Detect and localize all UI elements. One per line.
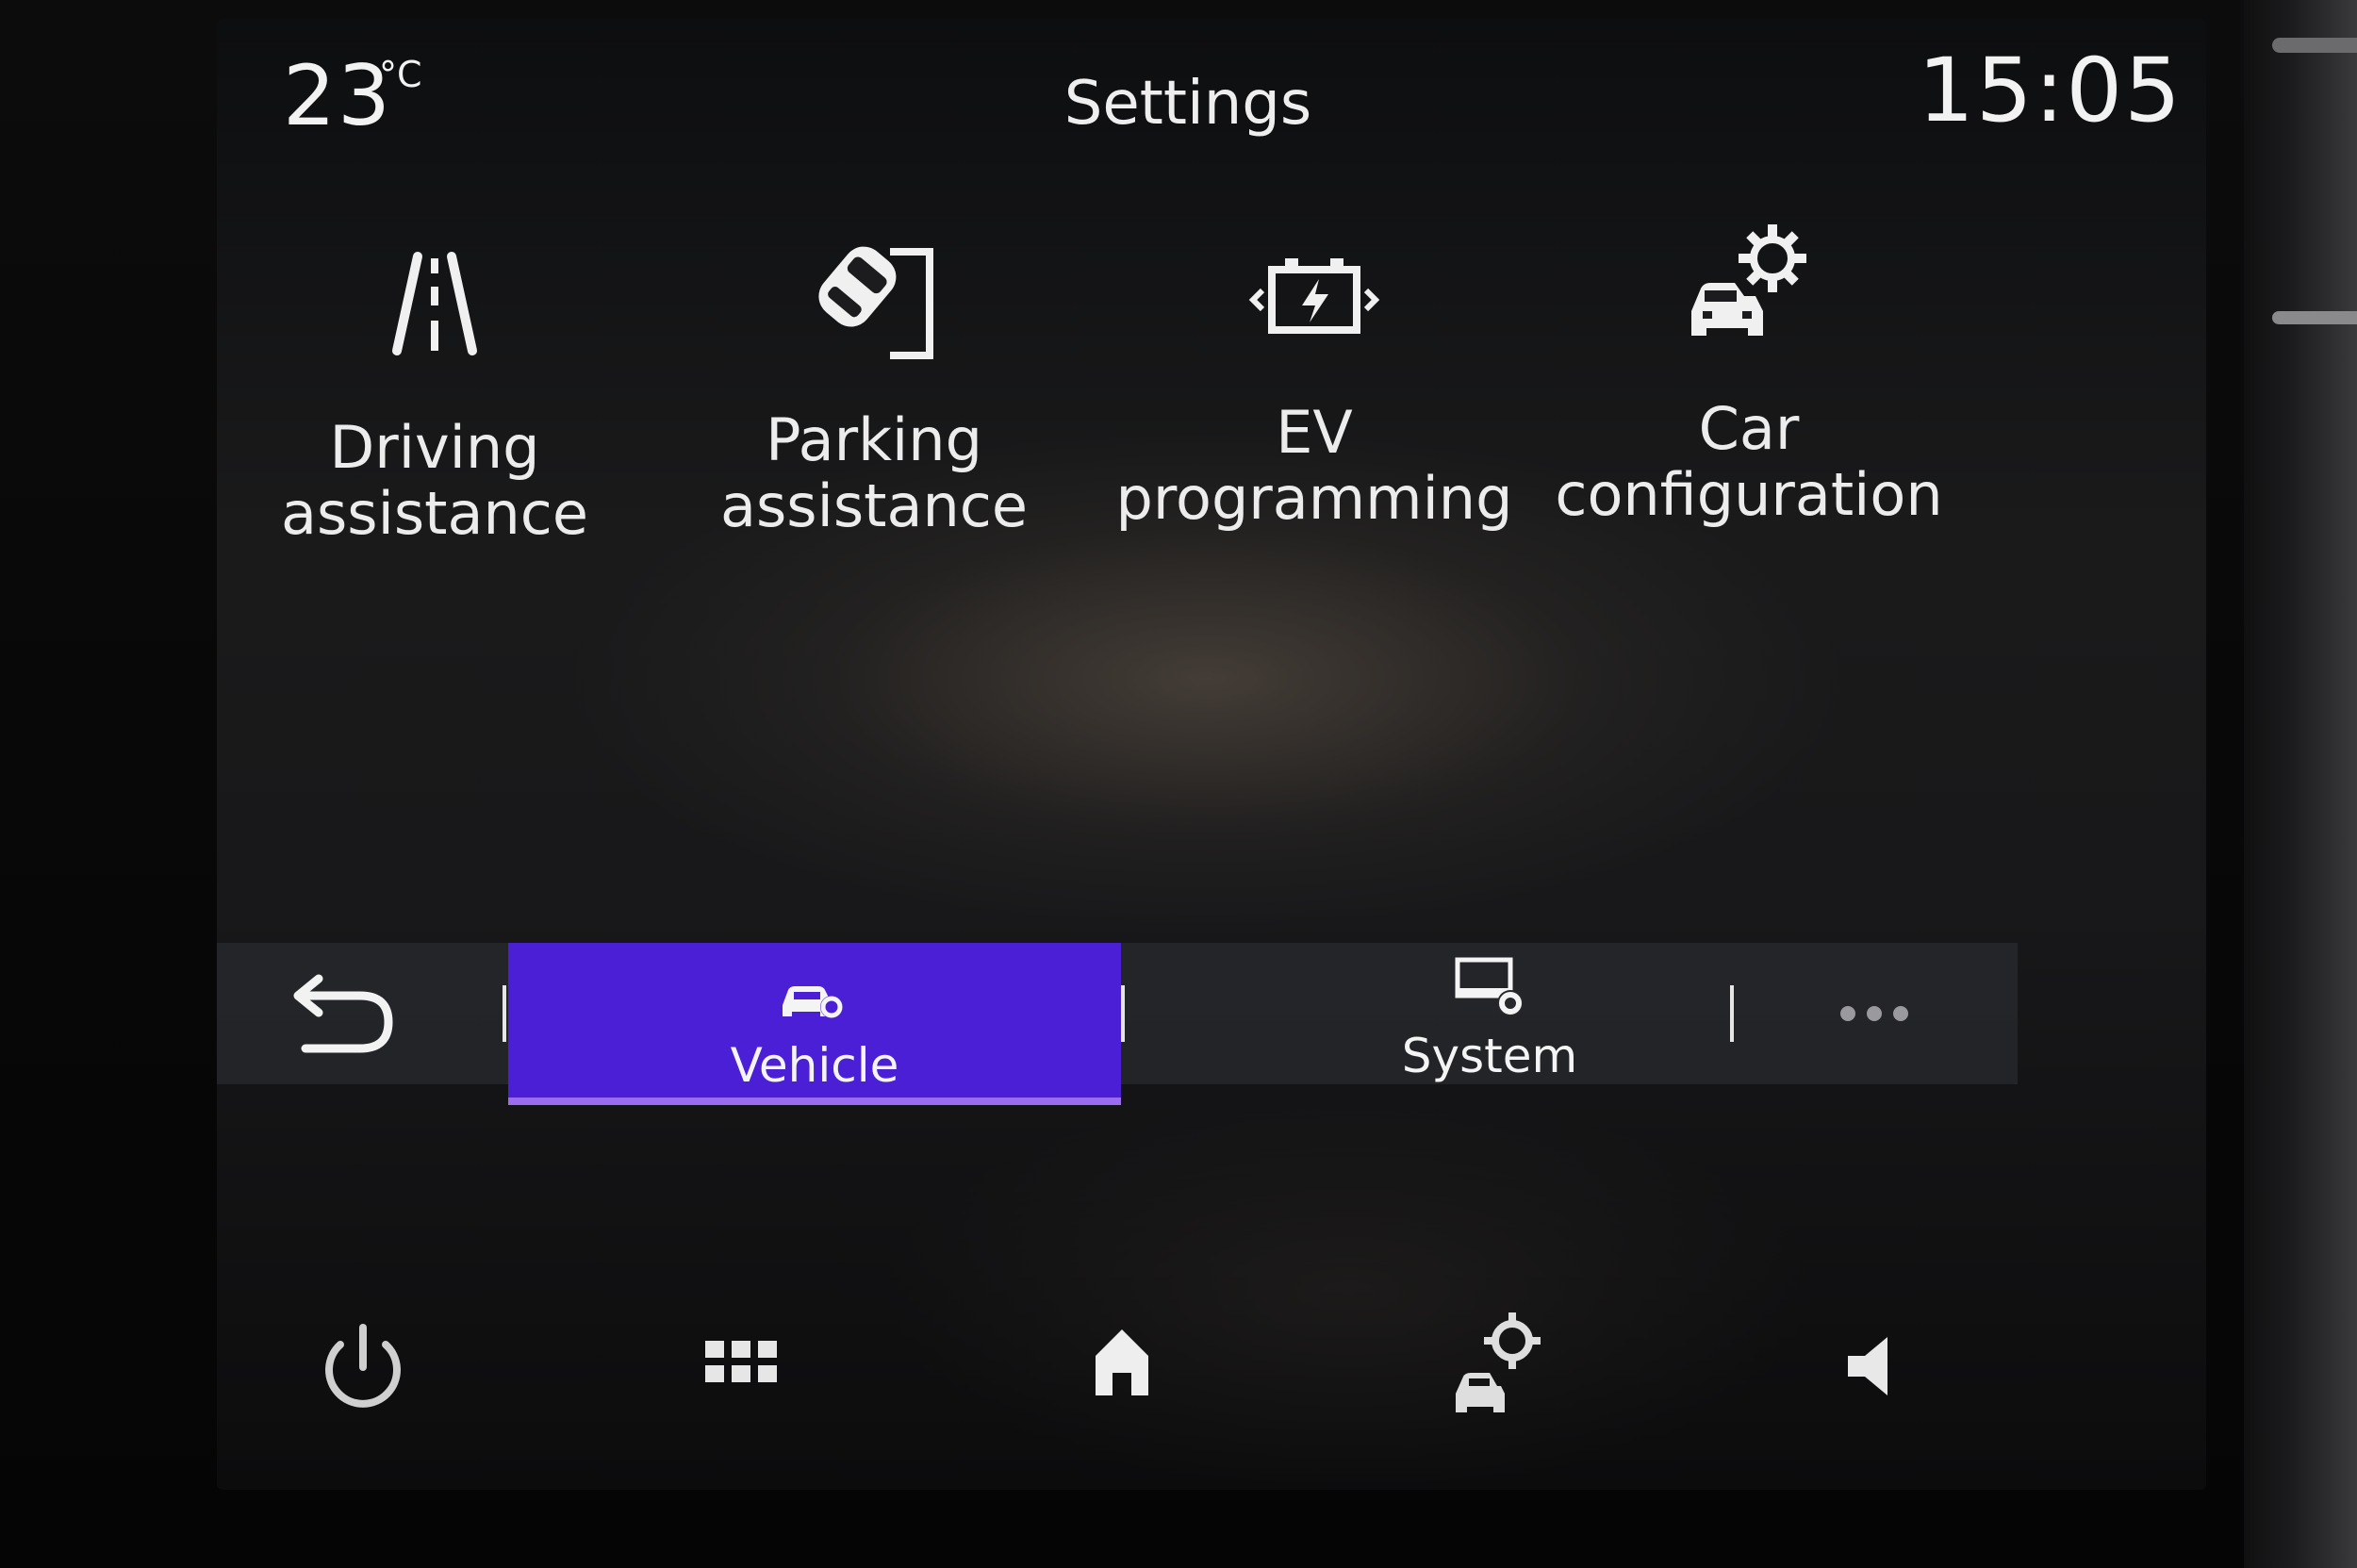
tile-driving-assistance[interactable]: Driving assistance — [218, 198, 651, 594]
parking-car-icon — [818, 246, 933, 359]
more-button[interactable] — [1820, 985, 1933, 1042]
tab-separator — [1730, 985, 1734, 1042]
more-dots-icon — [1840, 1006, 1908, 1021]
temperature-unit: °C — [379, 54, 422, 95]
apps-button[interactable] — [679, 1301, 811, 1433]
page-title: Settings — [1063, 69, 1312, 139]
home-button[interactable] — [1056, 1301, 1188, 1433]
tab-label: System — [1401, 1029, 1578, 1083]
apps-grid-icon — [705, 1341, 777, 1382]
dashboard-trim — [2244, 0, 2357, 1568]
outside-temperature: 23 — [283, 47, 392, 144]
tile-car-configuration[interactable]: Car configuration — [1532, 198, 1966, 594]
clock: 15:05 — [1918, 40, 2183, 142]
volume-button[interactable] — [1810, 1301, 1942, 1433]
power-button[interactable] — [297, 1301, 429, 1433]
tab-separator — [1121, 985, 1125, 1042]
air-vent-slat — [2272, 311, 2357, 324]
vehicle-settings-button[interactable] — [1433, 1301, 1565, 1433]
car-gear-icon — [783, 986, 843, 1018]
speaker-icon — [1848, 1337, 1887, 1395]
tile-ev-programming[interactable]: EV programming — [1097, 198, 1531, 594]
air-vent-slat — [2272, 38, 2357, 53]
back-arrow-icon — [293, 974, 393, 1053]
car-gear-icon — [1456, 1312, 1541, 1412]
battery-charge-icon — [1248, 258, 1380, 334]
tab-label: Vehicle — [730, 1038, 899, 1093]
tile-label: EV programming — [1115, 398, 1513, 533]
tile-label: Driving assistance — [281, 413, 588, 548]
tab-separator — [503, 985, 506, 1042]
back-button[interactable] — [273, 973, 405, 1058]
infotainment-screen: 23 °C Settings 15:05 Driving assistance … — [217, 19, 2206, 1490]
tab-vehicle[interactable]: Vehicle — [508, 943, 1121, 1105]
tile-label: Parking assistance — [720, 405, 1028, 540]
tile-parking-assistance[interactable]: Parking assistance — [657, 198, 1091, 594]
tile-label: Car configuration — [1555, 394, 1943, 529]
road-lanes-icon — [392, 252, 477, 355]
settings-tab-bar: Vehicle System — [217, 943, 2018, 1105]
car-gear-icon — [1691, 224, 1806, 336]
home-icon — [1096, 1329, 1148, 1395]
tab-system[interactable]: System — [1301, 943, 1678, 1084]
power-icon — [325, 1324, 401, 1408]
monitor-gear-icon — [1455, 957, 1524, 1016]
